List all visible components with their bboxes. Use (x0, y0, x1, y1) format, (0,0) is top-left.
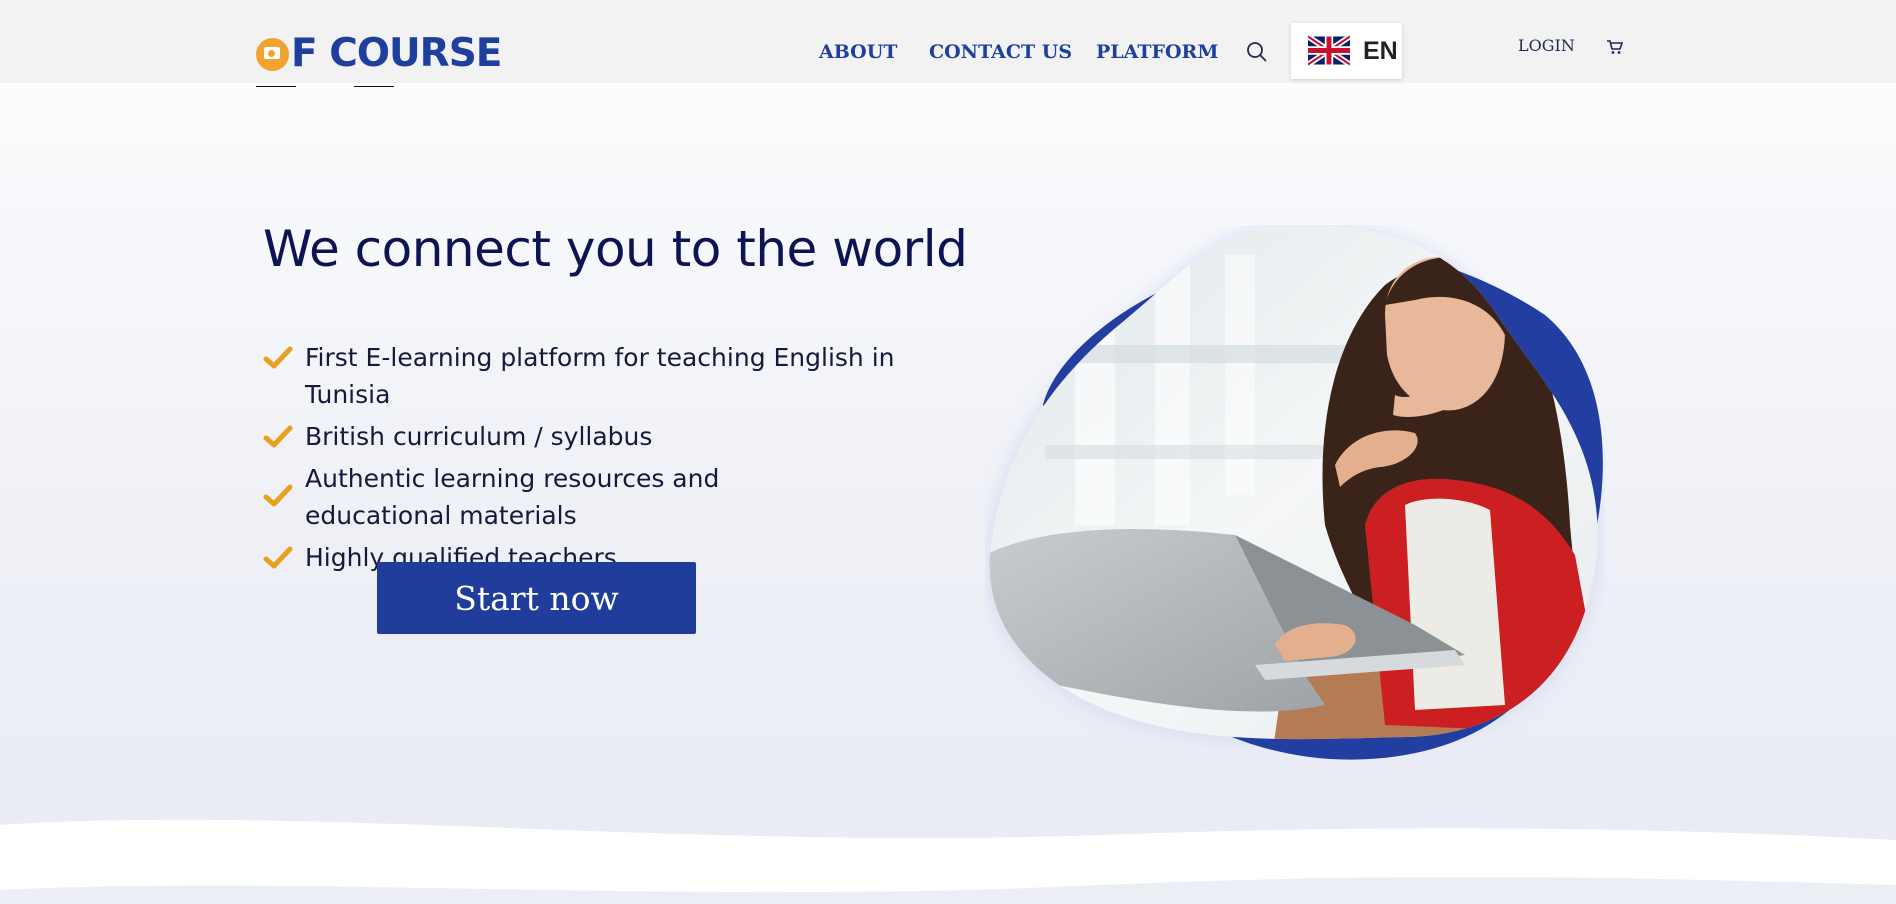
cart-icon[interactable] (1606, 38, 1624, 56)
hero-title: We connect you to the world (263, 220, 968, 278)
feature-text: Authentic learning resources and educati… (305, 464, 720, 530)
nav-contact-us[interactable]: CONTACT US (929, 41, 1072, 63)
site-logo[interactable]: F COURSE (256, 31, 502, 76)
hero-photo (989, 225, 1603, 760)
check-icon (263, 484, 293, 507)
nav-about[interactable]: ABOUT (819, 41, 897, 63)
logo-text: F COURSE (291, 31, 502, 76)
language-selector[interactable]: EN (1291, 23, 1402, 79)
site-header: F COURSE ABOUT CONTACT US PLATFORM EN LO… (0, 0, 1896, 83)
logo-mark-icon (256, 37, 289, 71)
feature-item: British curriculum / syllabus (263, 418, 963, 455)
login-link[interactable]: LOGIN (1518, 36, 1575, 55)
feature-text: First E-learning platform for teaching E… (305, 343, 895, 409)
feature-list: First E-learning platform for teaching E… (263, 339, 963, 581)
check-icon (263, 546, 293, 569)
logo-tagline-fragment (256, 79, 482, 87)
feature-item: Authentic learning resources and educati… (263, 460, 963, 534)
check-icon (263, 425, 293, 448)
search-icon[interactable] (1246, 41, 1268, 63)
nav-platform[interactable]: PLATFORM (1096, 41, 1218, 63)
wave-divider (0, 819, 1896, 904)
feature-text: British curriculum / syllabus (305, 422, 653, 451)
start-now-button[interactable]: Start now (377, 562, 696, 634)
feature-item: First E-learning platform for teaching E… (263, 339, 963, 413)
check-icon (263, 346, 293, 369)
language-code: EN (1363, 37, 1398, 65)
uk-flag-icon (1308, 34, 1350, 67)
